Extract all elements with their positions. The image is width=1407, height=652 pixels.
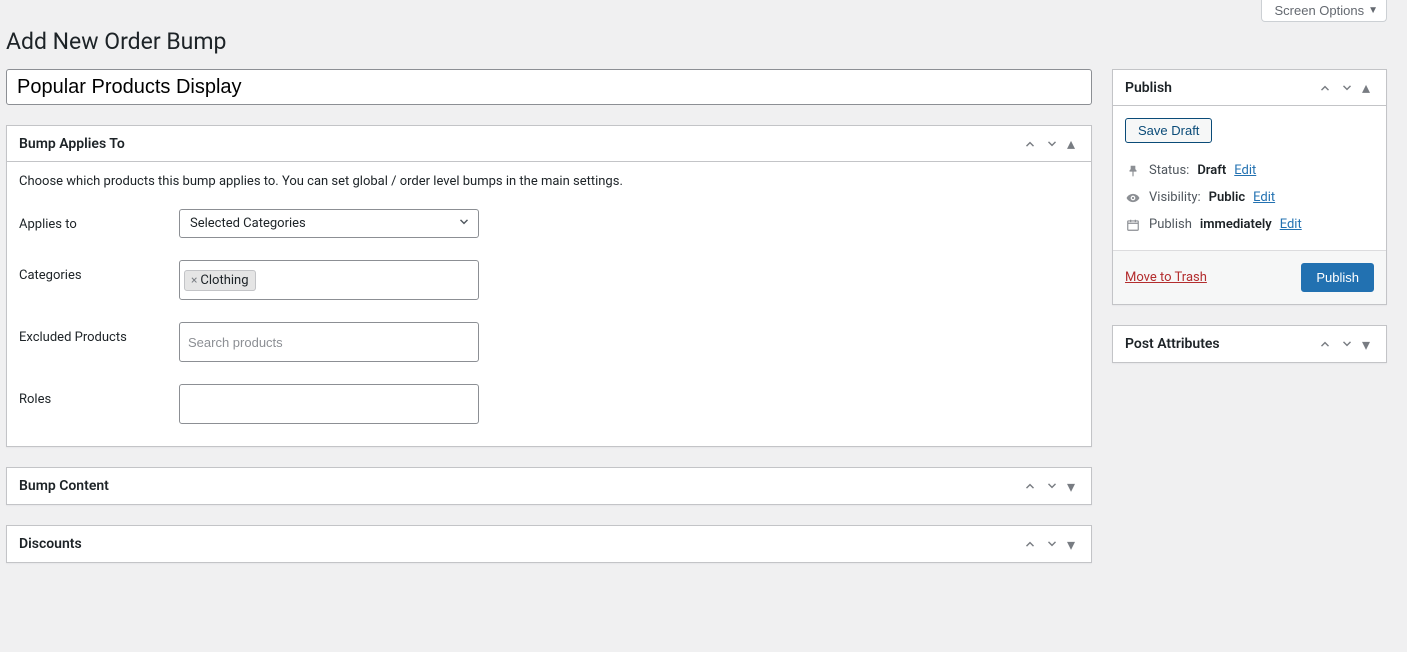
metabox-header[interactable]: Bump Content ▾ [7,468,1091,504]
visibility-value: Public [1209,190,1245,205]
publish-time-label: Publish [1149,217,1192,232]
metabox-bump-content: Bump Content ▾ [6,467,1092,505]
help-text: Choose which products this bump applies … [19,174,1079,189]
save-draft-button[interactable]: Save Draft [1125,118,1212,143]
chevron-down-icon[interactable] [1041,477,1063,495]
visibility-label: Visibility: [1149,190,1201,205]
categories-input[interactable]: × Clothing [179,260,479,300]
chevron-up-icon[interactable] [1314,335,1336,353]
caret-down-icon: ▼ [1368,5,1378,16]
label-applies-to: Applies to [19,209,179,232]
label-roles: Roles [19,384,179,407]
chevron-up-icon[interactable] [1314,79,1336,97]
metabox-title: Post Attributes [1125,336,1220,352]
triangle-up-icon[interactable]: ▴ [1358,76,1374,99]
post-title-input[interactable] [6,69,1092,105]
remove-tag-icon[interactable]: × [191,273,197,287]
triangle-down-icon[interactable]: ▾ [1358,333,1374,356]
screen-options-button[interactable]: Screen Options ▼ [1261,0,1387,22]
chevron-up-icon[interactable] [1019,135,1041,153]
metabox-title: Bump Applies To [19,136,125,152]
excluded-products-search[interactable] [184,329,474,356]
screen-options-label: Screen Options [1274,3,1364,18]
metabox-header[interactable]: Publish ▴ [1113,70,1386,106]
triangle-down-icon[interactable]: ▾ [1063,475,1079,498]
calendar-icon [1125,218,1141,232]
metabox-header[interactable]: Post Attributes ▾ [1113,326,1386,362]
publish-time-value: immediately [1200,217,1272,232]
label-excluded-products: Excluded Products [19,322,179,345]
excluded-products-input[interactable] [179,322,479,362]
applies-to-select[interactable]: Selected Categories [179,209,479,238]
chevron-up-icon[interactable] [1019,477,1041,495]
metabox-header[interactable]: Discounts ▾ [7,526,1091,562]
metabox-discounts: Discounts ▾ [6,525,1092,563]
chevron-up-icon[interactable] [1019,535,1041,553]
edit-visibility-link[interactable]: Edit [1253,190,1275,205]
eye-icon [1125,191,1141,205]
label-categories: Categories [19,260,179,283]
metabox-bump-applies: Bump Applies To ▴ Choose which products … [6,125,1092,447]
chevron-down-icon[interactable] [1336,79,1358,97]
chevron-down-icon[interactable] [1041,535,1063,553]
metabox-publish: Publish ▴ Save Draft Status: Draft [1112,69,1387,305]
pin-icon [1125,164,1141,178]
chevron-down-icon[interactable] [1041,135,1063,153]
status-label: Status: [1149,163,1189,178]
edit-status-link[interactable]: Edit [1234,163,1256,178]
triangle-down-icon[interactable]: ▾ [1063,533,1079,556]
chevron-down-icon[interactable] [1336,335,1358,353]
triangle-up-icon[interactable]: ▴ [1063,132,1079,155]
page-title: Add New Order Bump [6,28,1387,55]
edit-publish-time-link[interactable]: Edit [1280,217,1302,232]
publish-button[interactable]: Publish [1301,263,1374,292]
metabox-post-attributes: Post Attributes ▾ [1112,325,1387,363]
roles-input[interactable] [179,384,479,424]
status-value: Draft [1197,163,1226,178]
tag-label: Clothing [200,273,248,288]
metabox-title: Discounts [19,536,82,552]
roles-search[interactable] [184,391,474,418]
tag-clothing: × Clothing [184,270,256,291]
move-to-trash-link[interactable]: Move to Trash [1125,270,1207,285]
metabox-header[interactable]: Bump Applies To ▴ [7,126,1091,162]
metabox-title: Publish [1125,80,1172,96]
metabox-title: Bump Content [19,478,109,494]
